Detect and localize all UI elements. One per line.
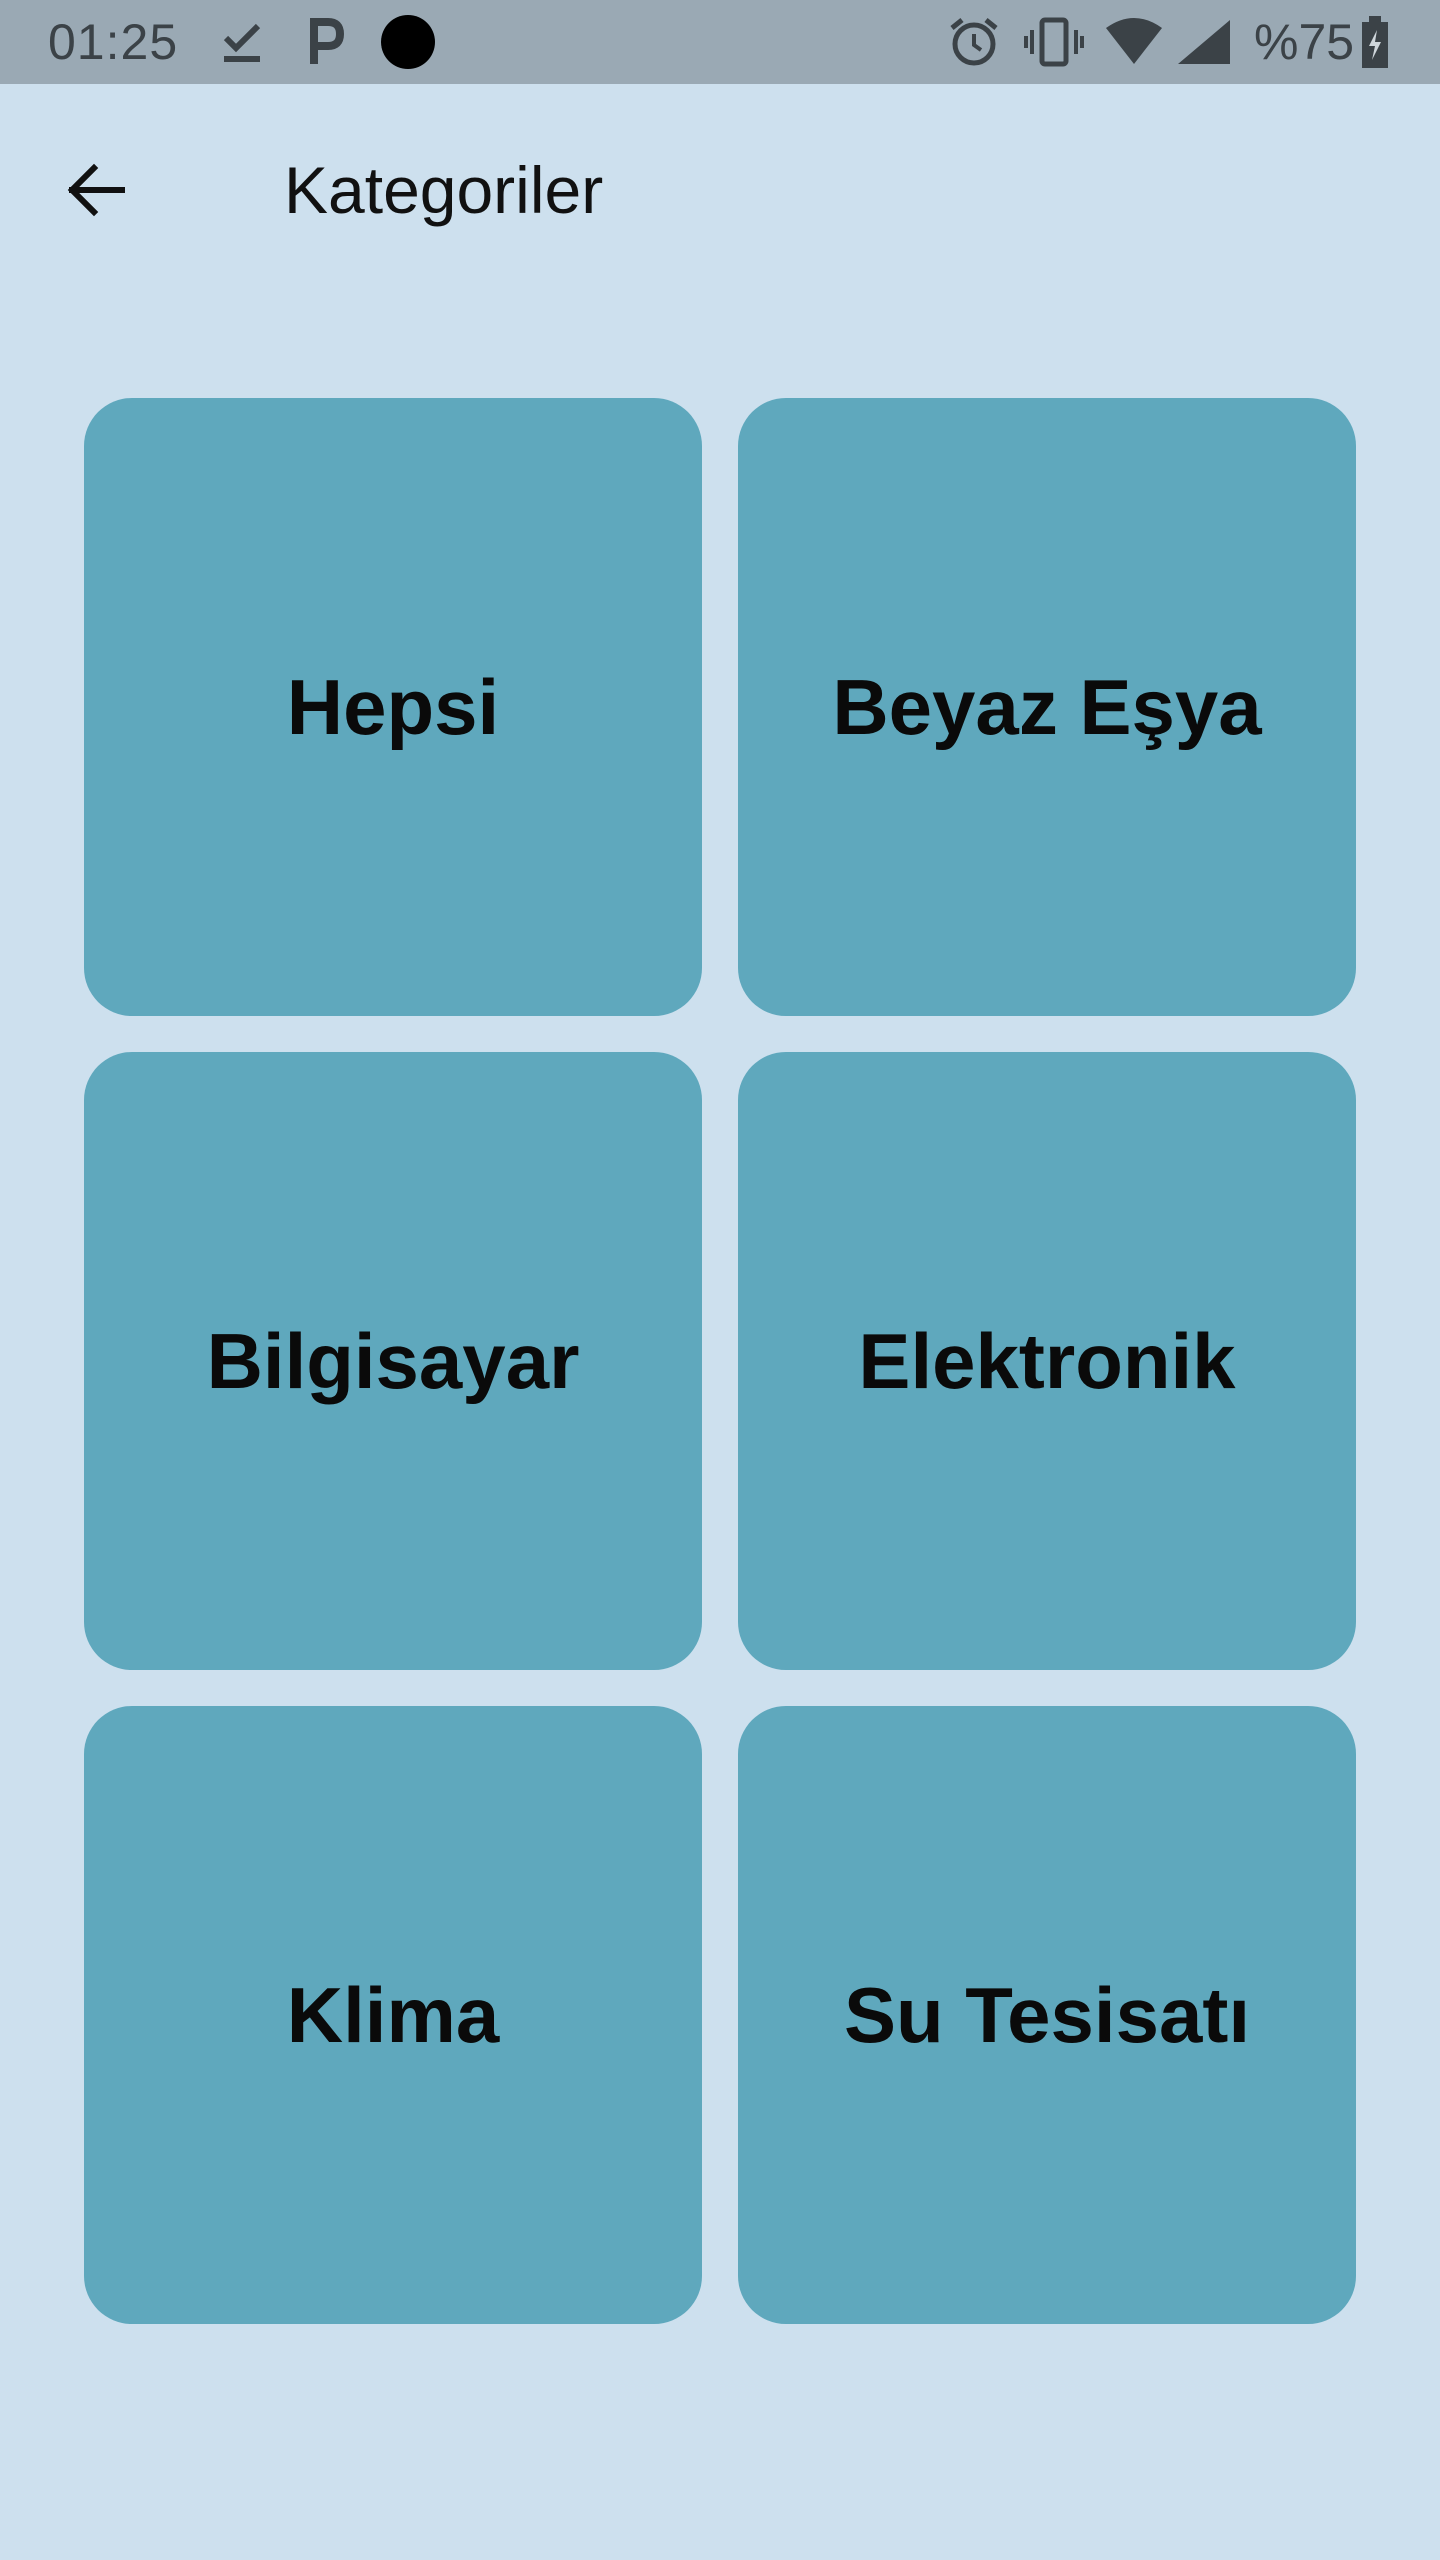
signal-icon [1178,20,1230,64]
record-dot-icon [381,15,435,69]
battery-percentage: %75 [1254,14,1355,70]
download-done-icon [223,23,261,62]
alarm-icon [950,18,998,66]
wifi-icon [1106,18,1162,64]
category-label: Elektronik [858,1316,1236,1405]
category-label: Su Tesisatı [843,1970,1251,2059]
category-label: Bilgisayar [206,1316,580,1405]
status-bar: 01:25 %75 [0,0,1440,84]
battery-charging-icon [1362,16,1388,68]
arrow-back-icon [67,163,125,217]
category-tile-klima[interactable]: Klima [84,1706,702,2324]
category-label: Beyaz Eşya [832,662,1262,751]
category-tile-elektronik[interactable]: Elektronik [738,1052,1356,1670]
category-label: Hepsi [286,662,500,751]
page-title: Kategoriler [284,153,604,227]
status-time: 01:25 [48,14,179,70]
category-tile-bilgisayar[interactable]: Bilgisayar [84,1052,702,1670]
vibrate-icon [1024,17,1084,67]
parking-icon [310,18,344,64]
category-tile-beyaz-esya[interactable]: Beyaz Eşya [738,398,1356,1016]
back-button[interactable] [48,142,144,238]
category-tile-hepsi[interactable]: Hepsi [84,398,702,1016]
category-grid: Hepsi Beyaz Eşya Bilgisayar Elektronik K… [84,398,1356,2324]
category-tile-su-tesisati[interactable]: Su Tesisatı [738,1706,1356,2324]
app-bar: Kategoriler [0,84,1440,294]
category-label: Klima [286,1970,500,2059]
